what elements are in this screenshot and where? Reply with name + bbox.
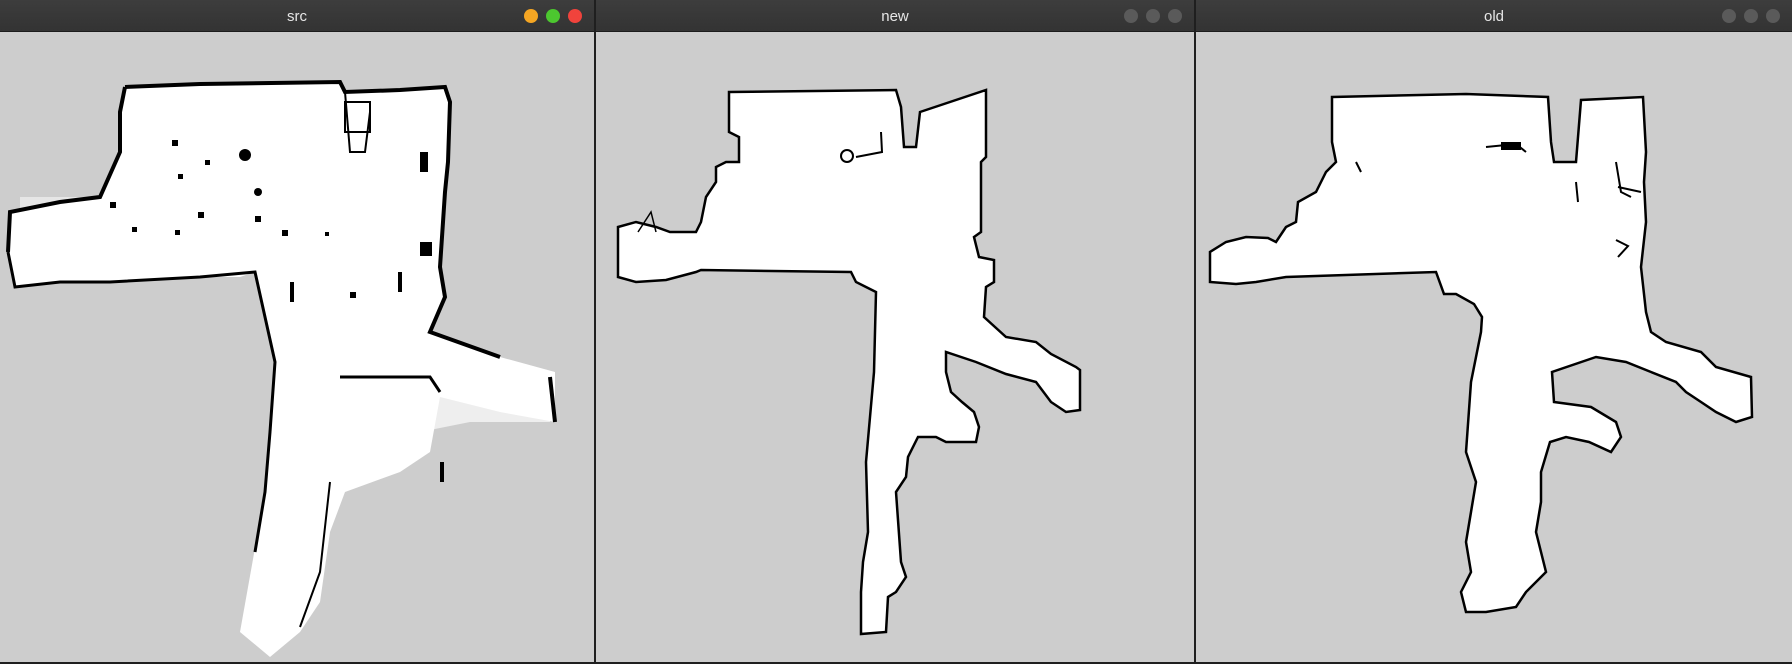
- occupancy-map-src: [6, 79, 557, 657]
- window-title: old: [1483, 8, 1505, 25]
- map-canvas-old: [1196, 32, 1792, 664]
- maximize-button[interactable]: [1744, 9, 1758, 23]
- close-button[interactable]: [1766, 9, 1780, 23]
- titlebar-new[interactable]: new: [596, 0, 1194, 32]
- minimize-button[interactable]: [1722, 9, 1736, 23]
- occupancy-map-old: [1208, 92, 1754, 614]
- window-new: new: [596, 0, 1194, 664]
- close-button[interactable]: [1168, 9, 1182, 23]
- titlebar-src[interactable]: src: [0, 0, 594, 32]
- maximize-button[interactable]: [546, 9, 560, 23]
- minimize-button[interactable]: [1124, 9, 1138, 23]
- window-title: src: [287, 8, 307, 25]
- map-canvas-src: [0, 32, 594, 664]
- occupancy-map-new: [616, 88, 1082, 636]
- titlebar-old[interactable]: old: [1196, 0, 1792, 32]
- maximize-button[interactable]: [1146, 9, 1160, 23]
- window-title: new: [881, 8, 909, 25]
- window-src: src: [0, 0, 594, 664]
- window-old: old: [1196, 0, 1792, 664]
- minimize-button[interactable]: [524, 9, 538, 23]
- close-button[interactable]: [568, 9, 582, 23]
- map-canvas-new: [596, 32, 1194, 664]
